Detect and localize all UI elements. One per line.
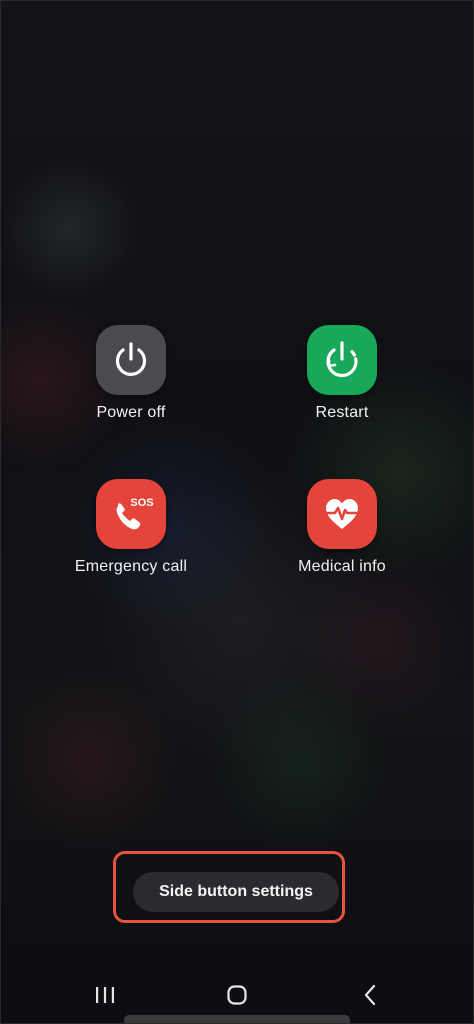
power-off-tile[interactable] [96,325,166,395]
home-button[interactable] [217,980,257,1010]
heart-pulse-icon [324,499,360,529]
medical-info-action[interactable]: Medical info [252,479,432,576]
power-menu-screen: Power off Restart SOS Emergency call Med… [0,0,474,1024]
power-off-label: Power off [96,404,166,421]
restart-tile[interactable] [307,325,377,395]
emergency-call-tile[interactable]: SOS [96,479,166,549]
power-icon [115,342,147,376]
sos-text: SOS [130,497,153,509]
recents-button[interactable] [85,980,125,1010]
restart-icon [326,341,358,378]
gesture-handle [124,1015,350,1024]
medical-info-tile[interactable] [307,479,377,549]
back-button[interactable] [350,980,390,1010]
recents-icon [96,987,114,1003]
medical-info-label: Medical info [298,558,386,575]
back-icon [364,984,376,1006]
emergency-call-action[interactable]: SOS Emergency call [41,479,221,576]
power-off-action[interactable]: Power off [41,325,221,422]
restart-action[interactable]: Restart [252,325,432,422]
sos-phone-icon: SOS [116,497,154,530]
side-button-settings-button[interactable]: Side button settings [133,872,339,912]
restart-label: Restart [315,404,369,421]
emergency-call-label: Emergency call [74,558,188,575]
home-icon [227,985,247,1005]
